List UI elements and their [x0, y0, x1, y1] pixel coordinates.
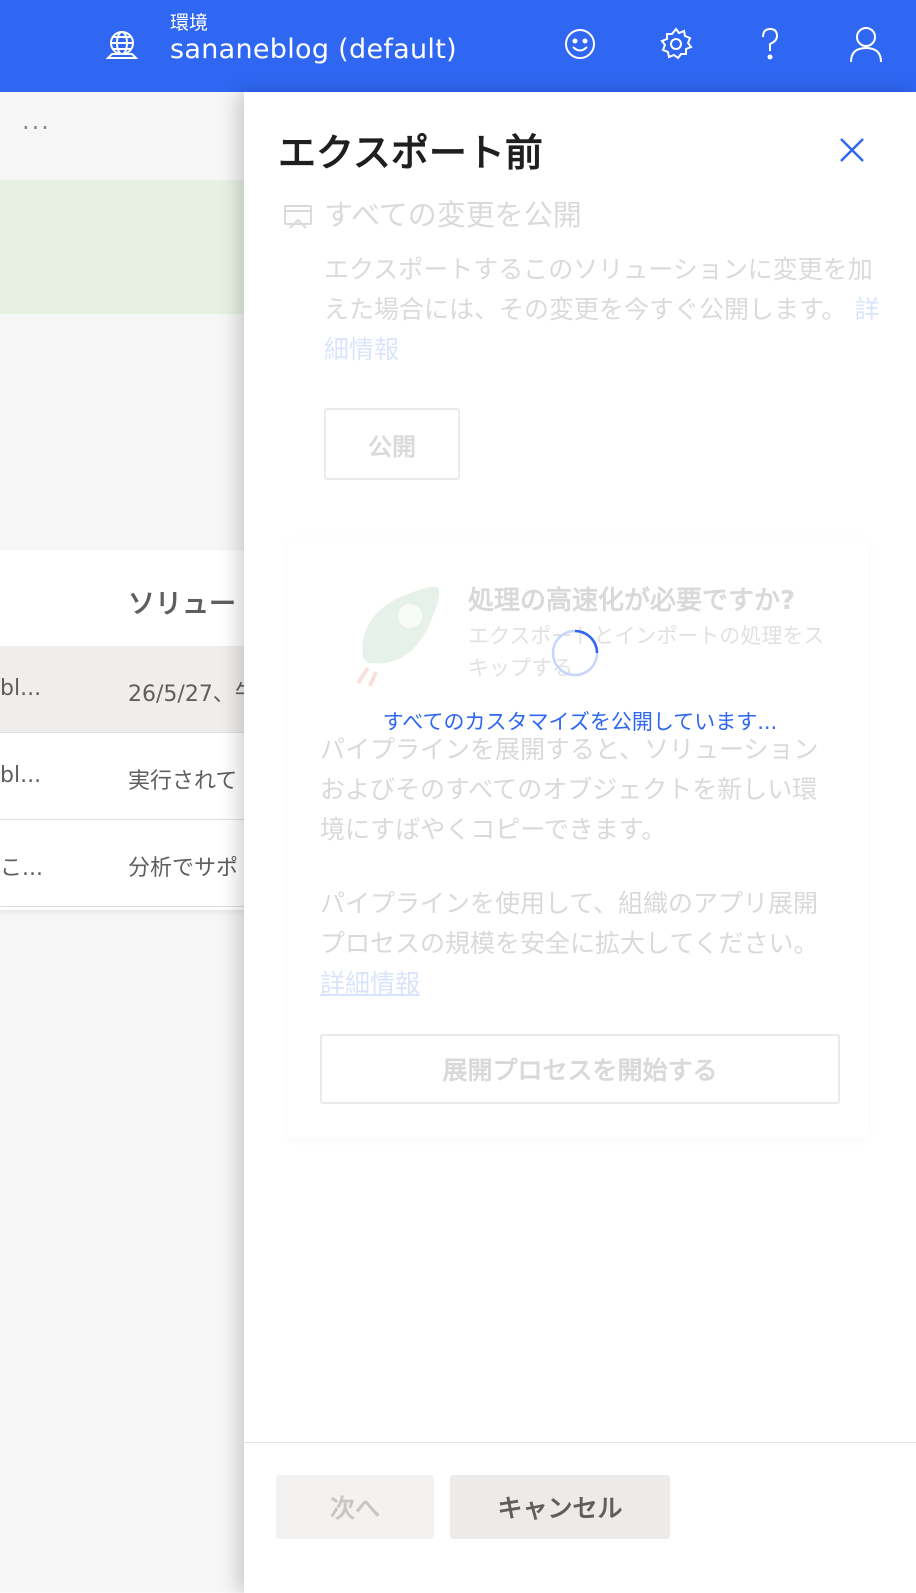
- environment-name[interactable]: sananeblog (default): [170, 34, 457, 65]
- promo-description: パイプラインを展開すると、ソリューションおよびそのすべてのオブジェクトを新しい環…: [320, 735, 819, 844]
- panel-footer: 次へ キャンセル: [244, 1442, 916, 1593]
- loading-spinner: [550, 628, 600, 678]
- status-banner: [0, 180, 250, 314]
- more-options-button[interactable]: ···: [22, 114, 51, 142]
- rocket-icon: [338, 578, 448, 688]
- background-page: ··· ソリュー bl... 26/5/27、午 bl... 実行されて こ..…: [0, 92, 250, 1592]
- loading-status-text: すべてのカスタマイズを公開しています...: [382, 710, 778, 734]
- export-panel: エクスポート前 すべての変更を公開 エクスポートするこのソリューションに変更を加…: [244, 92, 916, 1593]
- publish-button[interactable]: 公開: [324, 408, 460, 480]
- gear-icon[interactable]: [654, 22, 698, 66]
- table-cell: 実行されて: [128, 769, 238, 794]
- table-row[interactable]: bl... 実行されて: [0, 733, 250, 820]
- close-icon: [840, 138, 864, 162]
- smiley-icon[interactable]: [558, 22, 602, 66]
- table-row[interactable]: こ... 分析でサポ: [0, 820, 250, 907]
- promo-subtitle: エクスポートとインポートの処理をスキップする: [468, 624, 825, 680]
- cancel-button[interactable]: キャンセル: [450, 1475, 670, 1539]
- environment-label: 環境: [170, 12, 209, 34]
- promo-title: 処理の高速化が必要ですか?: [468, 586, 796, 616]
- table-cell: 26/5/27、午: [128, 682, 250, 707]
- publish-section-description: エクスポートするこのソリューションに変更を加えた場合には、その変更を今すぐ公開し…: [324, 250, 884, 370]
- table-header: ソリュー: [128, 589, 236, 620]
- close-button[interactable]: [834, 132, 870, 168]
- promo-description-2: パイプラインを使用して、組織のアプリ展開プロセスの規模を安全に拡大してください。…: [320, 884, 830, 1004]
- publish-icon: [282, 200, 314, 232]
- publish-description-text: エクスポートするこのソリューションに変更を加えた場合には、その変更を今すぐ公開し…: [324, 255, 873, 324]
- next-button[interactable]: 次へ: [276, 1475, 434, 1539]
- promo-learn-more-link[interactable]: 詳細情報: [320, 969, 420, 998]
- table-cell: 分析でサポ: [128, 856, 239, 881]
- publish-section-title: すべての変更を公開: [324, 198, 582, 232]
- promo-description-2-text: パイプラインを使用して、組織のアプリ展開プロセスの規模を安全に拡大してください。: [320, 889, 819, 958]
- user-icon[interactable]: [844, 22, 888, 66]
- table-cell: bl...: [0, 676, 42, 701]
- table-row[interactable]: bl... 26/5/27、午: [0, 646, 250, 733]
- help-icon[interactable]: [748, 22, 792, 66]
- panel-title: エクスポート前: [278, 131, 543, 175]
- start-deployment-button[interactable]: 展開プロセスを開始する: [320, 1034, 840, 1104]
- top-bar: 環境 sananeblog (default): [0, 0, 916, 92]
- table-cell: bl...: [0, 763, 42, 788]
- table-cell: こ...: [0, 856, 43, 881]
- globe-icon[interactable]: [104, 28, 140, 64]
- solutions-table: ソリュー bl... 26/5/27、午 bl... 実行されて こ... 分析…: [0, 550, 250, 910]
